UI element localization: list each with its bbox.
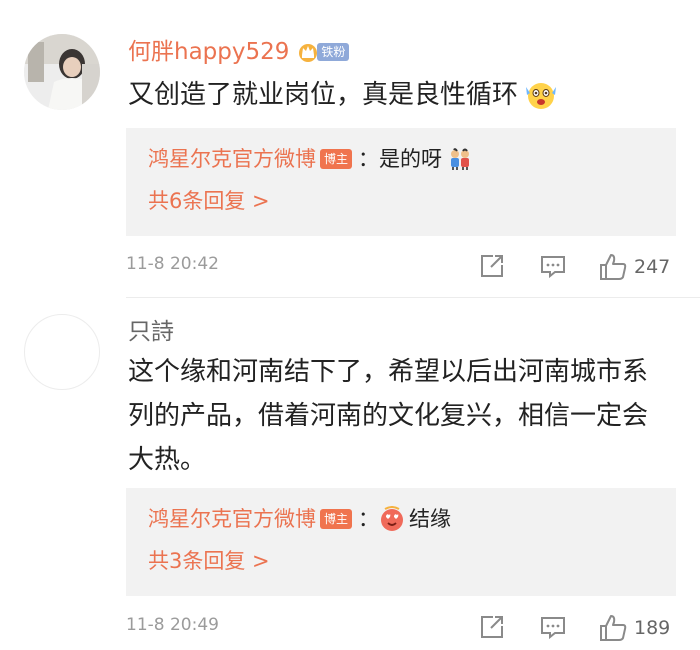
more-replies-link[interactable]: 共6条回复 > [148,186,270,216]
comment-time: 11-8 20:42 [126,254,219,274]
comment-body: 又创造了就业岗位，真是良性循环 [128,80,519,110]
comment-meta: 11-8 20:42 247 [126,252,676,282]
comment-meta: 11-8 20:49 189 [126,613,676,643]
comment-time: 11-8 20:49 [126,615,219,635]
host-tag: 博主 [320,149,353,169]
avatar[interactable] [24,314,100,390]
share-icon [481,616,503,638]
comment-username[interactable]: 只詩 [128,318,174,346]
like-button[interactable]: 247 [598,252,670,282]
comment-icon [541,617,565,640]
reply-text-prefix: ： [358,507,380,531]
reply-author[interactable]: 鸿星尔克官方微博 [148,504,316,534]
like-count: 247 [634,256,671,278]
crown-icon [299,44,318,62]
comment-text: 又创造了就业岗位，真是良性循环 [128,73,668,117]
comment-divider [126,297,700,298]
reply-text: 结缘 [409,507,452,531]
share-button[interactable] [478,252,506,280]
shocked-emoji-icon [526,83,557,109]
share-icon [481,255,503,277]
comment-text: 这个缘和河南结下了，希望以后出河南城市系列的产品，借着河南的文化复兴，相信一定会… [128,357,649,475]
comment-button[interactable] [539,252,567,280]
reply-author[interactable]: 鸿星尔克官方微博 [148,144,316,174]
more-replies-link[interactable]: 共3条回复 > [148,546,270,576]
like-count: 189 [634,617,671,639]
people-emoji-icon [451,148,470,170]
avatar[interactable] [24,34,100,110]
username-text[interactable]: 何胖happy529 [128,38,289,66]
like-icon [600,615,627,641]
reply-text: ：是的呀 [358,147,443,171]
comment-username[interactable]: 何胖happy529 铁粉 [128,38,350,66]
reply-line: 鸿星尔克官方微博 博主 ： 结缘 [148,504,451,534]
comment-icon [541,256,565,279]
reply-line: 鸿星尔克官方微博 博主 ：是的呀 [148,144,472,174]
host-tag: 博主 [320,509,353,529]
reply-box[interactable]: 鸿星尔克官方微博 博主 ： 结缘 共3条回复 > [126,488,676,596]
fan-badge[interactable]: 铁粉 [297,40,350,64]
reply-box[interactable]: 鸿星尔克官方微博 博主 ：是的呀 共6条回复 > [126,128,676,236]
like-button[interactable]: 189 [598,613,670,643]
like-icon [600,254,627,280]
fan-tag: 铁粉 [317,43,350,61]
love-emoji-icon [381,506,404,531]
comment-button[interactable] [539,613,567,641]
share-button[interactable] [478,613,506,641]
